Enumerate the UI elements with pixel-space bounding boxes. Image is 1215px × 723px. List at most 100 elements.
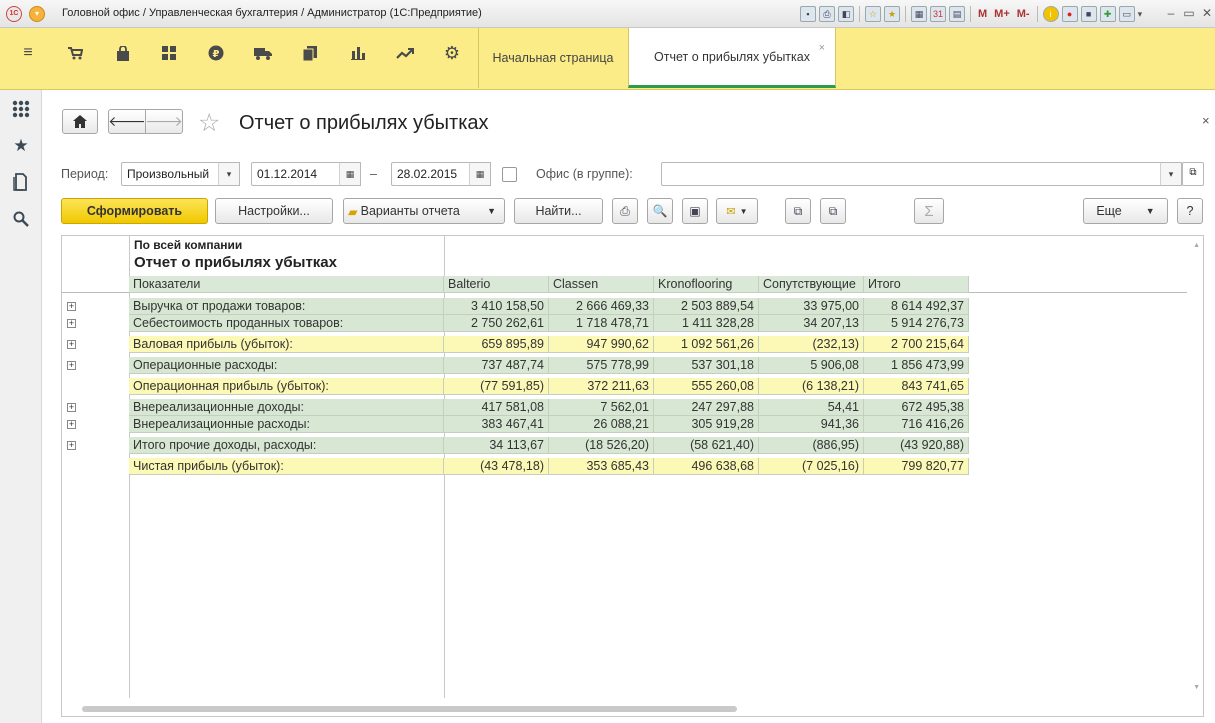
office-checkbox[interactable] [502, 167, 517, 182]
help-button[interactable]: ? [1177, 198, 1203, 224]
row-value: (43 478,18) [444, 458, 549, 475]
info-icon[interactable]: i [1042, 6, 1059, 22]
dropdown-arrow-icon[interactable]: ▾ [1160, 162, 1182, 186]
copy-report-icon[interactable]: ⧉ [785, 198, 811, 224]
search-icon[interactable] [10, 208, 32, 230]
grid-icon[interactable] [158, 43, 180, 63]
row-value: 3 410 158,50 [444, 298, 549, 315]
report-document[interactable]: По всей компании Отчет о прибылях убытка… [61, 235, 1204, 717]
favorites-icon[interactable]: ★ [884, 6, 900, 22]
home-icon [73, 115, 87, 128]
row-label: Чистая прибыль (убыток): [129, 458, 444, 475]
row-value: 353 685,43 [549, 458, 654, 475]
row-value: 33 975,00 [759, 298, 864, 315]
row-value: 737 487,74 [444, 357, 549, 374]
save-icon[interactable]: ▣ [682, 198, 708, 224]
scroll-down-arrow-icon[interactable]: ▼ [1193, 684, 1200, 691]
email-button[interactable]: ✉ ▼ [716, 198, 758, 224]
pin-icon[interactable]: ✚ [1099, 6, 1116, 22]
clipboard-icon[interactable]: ▤ [949, 6, 965, 22]
1c-logo-icon: 1C [6, 6, 22, 22]
truck-icon[interactable] [252, 43, 274, 63]
bag-icon[interactable] [112, 43, 134, 63]
minimize-icon[interactable]: – [1162, 5, 1180, 21]
expand-row-icon[interactable]: + [67, 340, 76, 349]
cart-icon[interactable] [64, 43, 86, 63]
tab-home[interactable]: Начальная страница [478, 28, 627, 88]
find-button[interactable]: Найти... [514, 198, 603, 224]
dropdown-arrow-icon: ▼ [1145, 206, 1155, 216]
date-dash: – [370, 167, 377, 181]
home-button[interactable] [62, 109, 98, 134]
settings-button[interactable]: Настройки... [215, 198, 333, 224]
row-value: 843 741,65 [864, 378, 969, 395]
expand-row-icon[interactable]: + [67, 420, 76, 429]
row-value: 26 088,21 [549, 416, 654, 433]
main-menu-icon[interactable]: ▾ [29, 6, 45, 22]
date-to-field[interactable]: 28.02.2015 ▦ [391, 162, 491, 186]
ruble-icon[interactable]: ₽ [205, 43, 227, 63]
arrow-left-icon: 🡐 [108, 113, 146, 129]
memory-subtract-button[interactable]: M- [1015, 8, 1032, 20]
report-variants-button[interactable]: ▰ Варианты отчета ▼ [343, 198, 505, 224]
scroll-up-arrow-icon[interactable]: ▲ [1193, 242, 1200, 249]
favorites-add-icon[interactable]: ☆ [865, 6, 881, 22]
sections-panel: ≡ ₽ ⚙ Начальная страница Отчет о прибыля… [0, 28, 1215, 90]
history-icon[interactable] [10, 171, 32, 193]
row-label: Внереализационные доходы: [129, 399, 444, 416]
maximize-icon[interactable]: ▭ [1180, 5, 1198, 21]
more-button[interactable]: Еще ▼ [1083, 198, 1168, 224]
report-variants-label: Варианты отчета [360, 204, 460, 218]
date-to-value: 28.02.2015 [397, 167, 458, 181]
column-header: Kronoflooring [654, 276, 759, 293]
print-preview-icon[interactable]: 🔍 [647, 198, 673, 224]
memory-store-button[interactable]: M [976, 8, 989, 20]
memory-add-button[interactable]: M+ [992, 8, 1012, 20]
horizontal-scrollbar[interactable] [82, 706, 737, 712]
favorites-star-icon[interactable]: ★ [10, 135, 32, 157]
generate-button[interactable]: Сформировать [61, 198, 208, 224]
toolbar-menu-icon[interactable]: ▾ [1138, 9, 1143, 20]
panel-icon[interactable]: ▭ [1118, 6, 1135, 22]
period-type-select[interactable]: Произвольный ▾ [121, 162, 240, 186]
save-icon[interactable]: ▪ [800, 6, 816, 22]
tab-close-icon[interactable]: × [819, 42, 825, 54]
print-icon[interactable]: ⎙ [819, 6, 835, 22]
forward-button[interactable]: 🡒 [145, 109, 183, 134]
print-icon[interactable]: ⎙ [612, 198, 638, 224]
date-from-field[interactable]: 01.12.2014 ▦ [251, 162, 361, 186]
tab-profit-loss-report[interactable]: Отчет о прибылях убытках × [628, 28, 836, 88]
close-form-icon[interactable]: × [1202, 113, 1210, 128]
expand-row-icon[interactable]: + [67, 403, 76, 412]
sum-icon[interactable]: Σ [914, 198, 944, 224]
documents-icon[interactable] [299, 43, 321, 63]
expand-row-icon[interactable]: + [67, 302, 76, 311]
office-field[interactable]: ▾ [661, 162, 1182, 186]
calendar-icon[interactable]: 31 [930, 6, 946, 22]
dropdown-arrow-icon[interactable]: ▾ [218, 162, 240, 186]
calendar-icon[interactable]: ▦ [339, 162, 361, 186]
bar-chart-icon[interactable] [347, 43, 369, 63]
row-value: 5 906,08 [759, 357, 864, 374]
preview-icon[interactable]: ◧ [838, 6, 854, 22]
favorite-star-icon[interactable]: ☆ [198, 108, 220, 138]
close-window-icon[interactable]: ✕ [1198, 5, 1215, 21]
expand-row-icon[interactable]: + [67, 319, 76, 328]
row-value: 575 778,99 [549, 357, 654, 374]
record-icon[interactable]: ● [1061, 6, 1078, 22]
calendar-icon[interactable]: ▦ [469, 162, 491, 186]
window-titlebar: 1C ▾ Головной офис / Управленческая бухг… [0, 0, 1215, 28]
back-button[interactable]: 🡐 [108, 109, 146, 134]
row-value: 496 638,68 [654, 458, 759, 475]
gear-icon[interactable]: ⚙ [441, 43, 463, 63]
paste-report-icon[interactable]: ⧉ [820, 198, 846, 224]
trend-icon[interactable] [394, 43, 416, 63]
row-value: 799 820,77 [864, 458, 969, 475]
all-functions-icon[interactable] [10, 98, 32, 120]
open-office-button[interactable]: ⧉ [1182, 162, 1204, 186]
menu-icon[interactable]: ≡ [17, 43, 39, 63]
calculator-icon[interactable]: ▦ [911, 6, 927, 22]
stop-icon[interactable]: ■ [1080, 6, 1097, 22]
expand-row-icon[interactable]: + [67, 361, 76, 370]
expand-row-icon[interactable]: + [67, 441, 76, 450]
